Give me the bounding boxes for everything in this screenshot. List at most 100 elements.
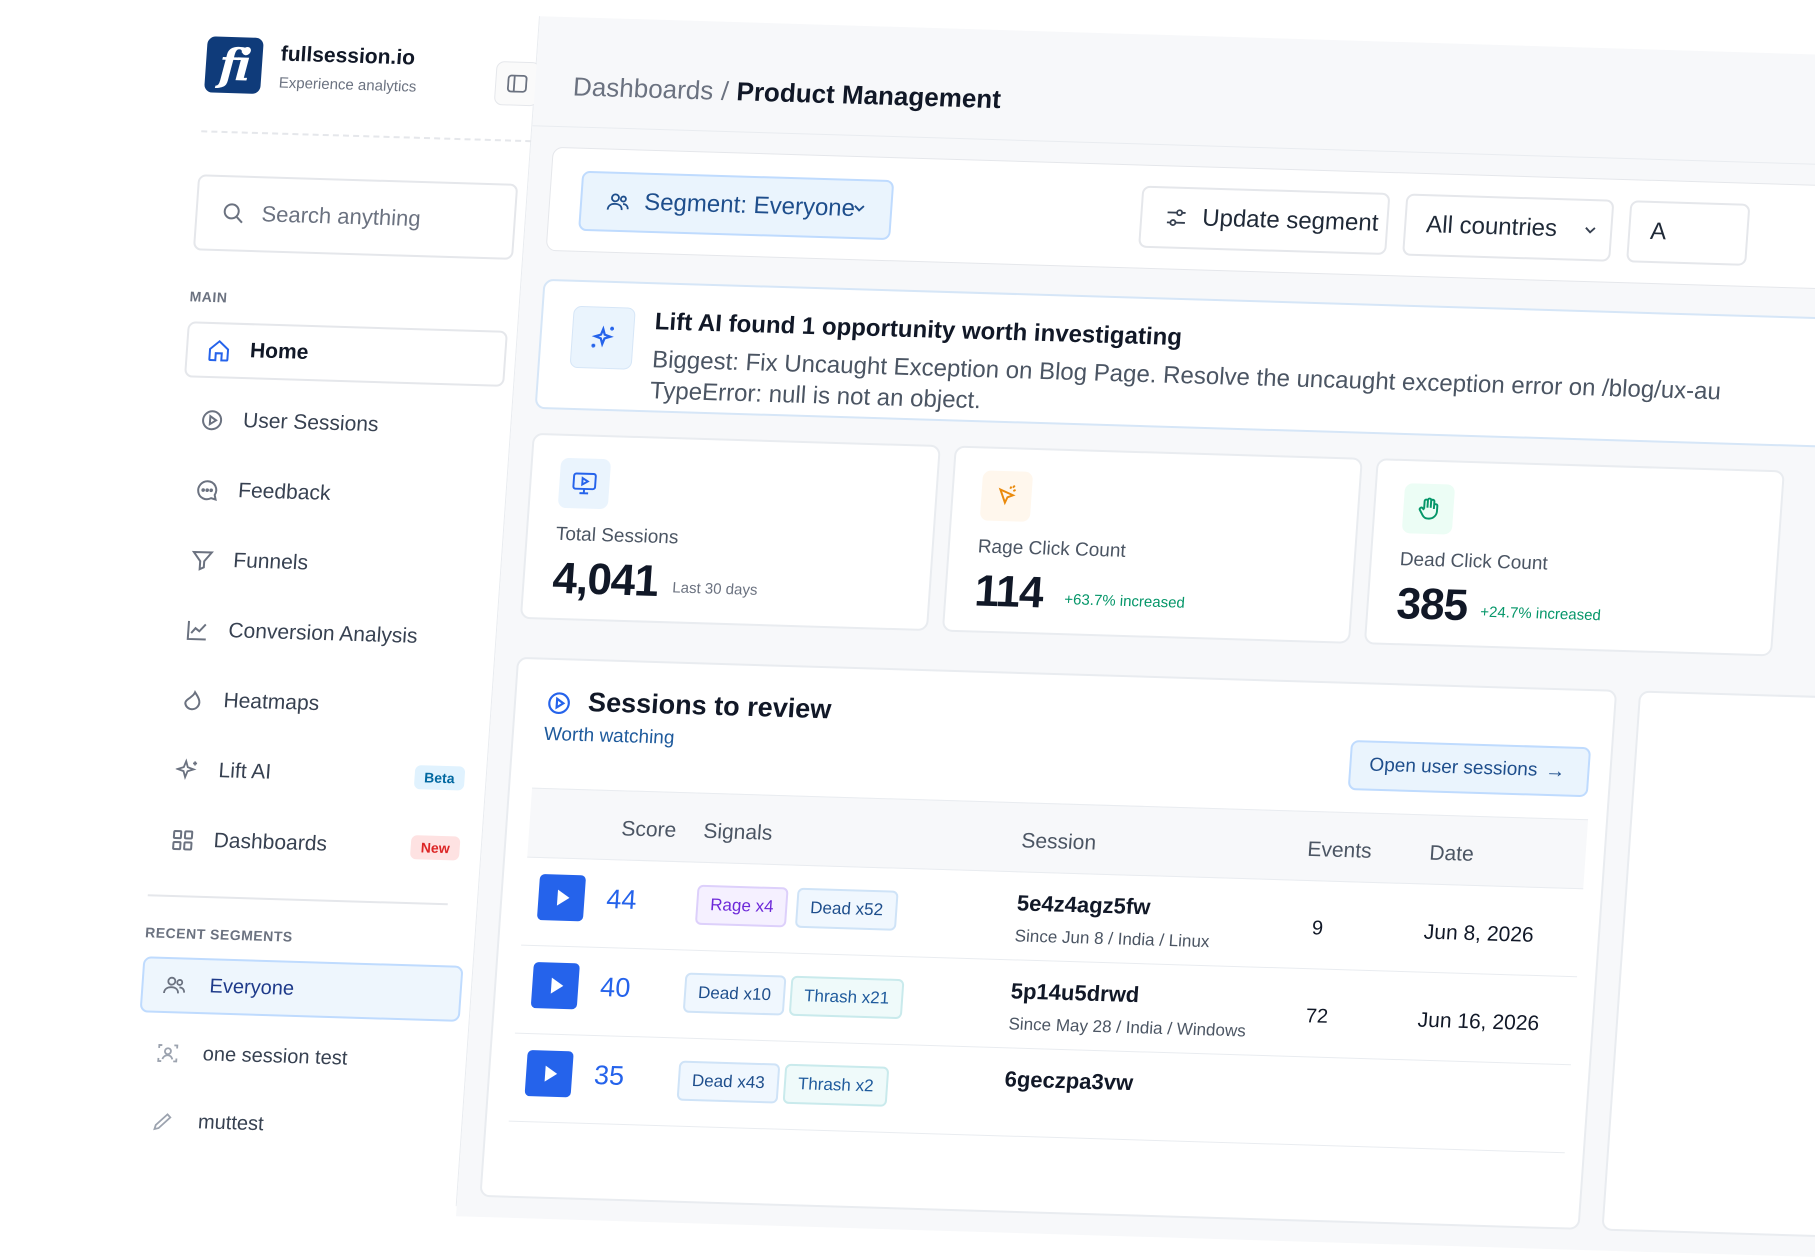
nav-divider <box>147 894 448 906</box>
dead-click-label: Dead Click Count <box>1399 549 1549 575</box>
sidebar-item-label: Funnels <box>232 549 309 575</box>
session-id[interactable]: 6geczpa3vw <box>1004 1066 1134 1096</box>
chart-line-icon <box>183 617 211 644</box>
grid-icon <box>169 827 197 854</box>
countries-label: All countries <box>1425 211 1558 243</box>
sliders-icon <box>1166 209 1186 226</box>
sidebar-item-user-sessions[interactable]: User Sessions <box>179 391 503 457</box>
session-id[interactable]: 5e4z4agz5fw <box>1016 890 1151 920</box>
sparkles-icon <box>174 757 202 784</box>
play-button[interactable] <box>530 962 580 1010</box>
column-signals[interactable]: Signals <box>703 820 774 846</box>
segment-dropdown-label: Segment: Everyone <box>643 188 856 223</box>
rage-click-card[interactable]: Rage Click Count 114 +63.7% increased <box>941 445 1363 644</box>
sidebar-item-label: Dashboards <box>212 829 328 856</box>
right-side-panel <box>1601 690 1815 1239</box>
session-id[interactable]: 5p14u5drwd <box>1010 978 1140 1008</box>
brand-logo: fi <box>203 36 264 94</box>
main-section-label: MAIN <box>189 288 229 306</box>
cursor-click-icon <box>979 470 1034 522</box>
chevron-down-icon <box>854 205 865 212</box>
sidebar-item-label: Lift AI <box>217 759 272 784</box>
brand[interactable]: fi fullsession.io Experience analytics <box>203 36 419 98</box>
sidebar-item-funnels[interactable]: Funnels <box>169 531 493 597</box>
sidebar-item-heatmaps[interactable]: Heatmaps <box>160 671 484 737</box>
session-events: 72 <box>1304 1005 1329 1028</box>
main-nav: Home User Sessions Feedback Funnels Conv… <box>149 321 508 891</box>
session-date: Jun 8, 2026 <box>1423 920 1535 947</box>
beta-badge: Beta <box>413 765 466 791</box>
main-content: Dashboards / Product Management Segment: E… <box>456 16 1815 1258</box>
users-icon <box>606 193 629 211</box>
segment-item-muttest[interactable]: muttest <box>130 1092 454 1158</box>
home-icon <box>205 337 233 364</box>
signal-tag-thrash: Thrash x2 <box>782 1063 889 1107</box>
session-events: 9 <box>1311 917 1324 940</box>
update-segment-button[interactable]: Update segment <box>1138 185 1391 256</box>
column-score[interactable]: Score <box>621 817 677 843</box>
play-button[interactable] <box>524 1050 574 1098</box>
open-user-sessions-label: Open user sessions <box>1368 754 1539 781</box>
segment-label: one session test <box>202 1042 349 1070</box>
session-date: Jun 16, 2026 <box>1416 1008 1540 1036</box>
session-score: 35 <box>593 1060 626 1091</box>
update-segment-label: Update segment <box>1201 204 1380 237</box>
search-box[interactable] <box>192 174 519 260</box>
recent-segments-label: RECENT SEGMENTS <box>144 924 294 945</box>
ai-banner-title: Lift AI found 1 opportunity worth invest… <box>653 308 1183 352</box>
sidebar-item-label: Home <box>249 339 310 364</box>
sidebar-item-dashboards[interactable]: Dashboards New <box>150 811 474 877</box>
user-scan-icon <box>154 1040 182 1067</box>
sidebar-item-lift-ai[interactable]: Lift AI Beta <box>155 741 479 807</box>
sidebar-item-feedback[interactable]: Feedback <box>174 461 498 527</box>
open-user-sessions-button[interactable]: Open user sessions → <box>1347 740 1592 798</box>
rage-click-value: 114 <box>973 566 1045 618</box>
search-icon <box>223 203 243 224</box>
sessions-table: Score Signals Session Events Date 44 Rag… <box>508 787 1589 1154</box>
recent-segments: Everyone one session test muttest <box>129 956 464 1170</box>
column-date[interactable]: Date <box>1429 842 1475 867</box>
session-meta: Since Jun 8 / India / Linux <box>1014 926 1211 952</box>
column-events[interactable]: Events <box>1307 838 1373 864</box>
session-meta: Since May 28 / India / Windows <box>1007 1014 1247 1041</box>
dead-click-change: +24.7% increased <box>1479 603 1602 625</box>
page-title: Product Management <box>735 76 1003 115</box>
sidebar-item-conversion-analysis[interactable]: Conversion Analysis <box>164 601 488 667</box>
segment-item-everyone[interactable]: Everyone <box>139 956 464 1022</box>
sidebar-divider <box>201 130 532 143</box>
play-circle-icon <box>198 407 226 434</box>
chevron-down-icon <box>1584 227 1596 234</box>
dead-click-value: 385 <box>1395 579 1469 631</box>
segment-label: Everyone <box>208 974 295 1000</box>
countries-dropdown[interactable]: All countries <box>1402 193 1615 262</box>
session-score: 40 <box>599 972 632 1003</box>
filter-label-truncated: A <box>1649 217 1668 246</box>
sidebar-item-home[interactable]: Home <box>184 321 508 387</box>
pencil-icon <box>149 1108 177 1135</box>
filter-panel: Segment: Everyone Update segment All cou… <box>545 146 1815 293</box>
total-sessions-card[interactable]: Total Sessions 4,041 Last 30 days <box>519 432 941 632</box>
filter-dropdown-truncated[interactable]: A <box>1626 200 1751 266</box>
total-sessions-label: Total Sessions <box>555 523 680 549</box>
session-score: 44 <box>605 884 638 915</box>
breadcrumb: Dashboards / Product Management <box>572 71 1002 115</box>
brand-tagline: Experience analytics <box>278 74 417 96</box>
arrow-right-icon: → <box>1544 759 1567 782</box>
sessions-title: Sessions to review <box>587 687 833 725</box>
search-input[interactable] <box>260 201 483 234</box>
breadcrumb-separator: / <box>720 75 730 107</box>
brand-name: fullsession.io <box>280 42 416 70</box>
top-bar: Dashboards / Product Management <box>532 16 1815 169</box>
lift-ai-banner[interactable]: Lift AI found 1 opportunity worth invest… <box>534 278 1815 451</box>
breadcrumb-parent[interactable]: Dashboards <box>572 71 714 105</box>
ai-banner-body: Biggest: Fix Uncaught Exception on Blog … <box>649 344 1815 444</box>
segment-dropdown[interactable]: Segment: Everyone <box>578 170 895 241</box>
monitor-play-icon <box>557 457 612 510</box>
dead-click-card[interactable]: Dead Click Count 385 +24.7% increased <box>1363 458 1785 657</box>
play-button[interactable] <box>536 874 587 922</box>
funnel-icon <box>188 547 216 574</box>
segment-item-one-session-test[interactable]: one session test <box>135 1024 459 1090</box>
column-session[interactable]: Session <box>1021 829 1097 855</box>
new-badge: New <box>410 835 461 861</box>
users-icon <box>161 972 189 999</box>
